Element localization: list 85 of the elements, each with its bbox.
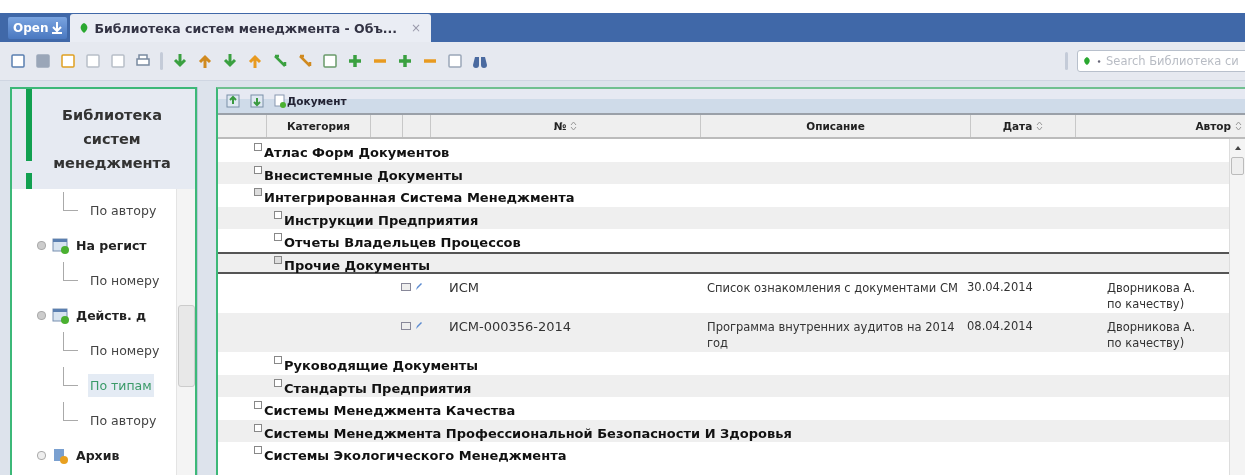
expand-icon[interactable] (274, 233, 282, 241)
link-icon[interactable] (297, 53, 313, 69)
group-row-label[interactable]: Внесистемные Документы (264, 167, 463, 183)
tree-item[interactable]: Действ. д (76, 305, 147, 326)
document-icon (274, 94, 286, 108)
print-icon[interactable] (135, 53, 151, 69)
expand-icon[interactable] (254, 143, 262, 151)
tree-line (63, 262, 78, 281)
scroll-thumb[interactable] (1231, 157, 1244, 175)
pencil-icon[interactable] (415, 282, 423, 291)
plus-icon[interactable] (347, 53, 363, 69)
expand-icon[interactable] (274, 378, 282, 387)
expand-icon[interactable] (254, 423, 262, 432)
tree-item[interactable]: По номеру (88, 269, 162, 292)
collapse-all-icon[interactable] (250, 94, 264, 108)
expand-icon[interactable] (254, 446, 262, 454)
table-cell-text: Программа внутренних аудитов на 2014 год (706, 319, 956, 351)
expand-icon[interactable] (274, 255, 282, 264)
table-cell-text: ИСМ (449, 280, 481, 295)
column-header[interactable]: Дата (971, 115, 1076, 137)
folder-icon (52, 237, 70, 254)
folder-icon (52, 307, 70, 324)
group-row-label[interactable]: Прочие Документы (284, 257, 430, 273)
expand-icon[interactable] (37, 311, 46, 320)
caret-icon (1096, 58, 1101, 64)
tree-line (63, 367, 78, 386)
column-header[interactable]: Категория (266, 115, 371, 137)
scrollbar[interactable] (176, 189, 195, 475)
scroll-thumb[interactable] (178, 305, 195, 387)
plus-icon[interactable] (397, 53, 413, 69)
group-row-label[interactable]: Руководящие Документы (284, 358, 479, 373)
group-row-label[interactable]: Отчеты Владельцев Процессов (284, 235, 521, 250)
card-icon[interactable] (401, 321, 411, 330)
tree-line (63, 402, 78, 421)
table-cell-text: по качеству) (1107, 296, 1186, 312)
arrow-up-icon[interactable] (247, 53, 263, 69)
table-cell-text: Список ознакомления с документами СМ (706, 280, 959, 296)
group-row-label[interactable]: Инструкции Предприятия (284, 212, 479, 228)
new-document-button[interactable]: Документ (274, 94, 347, 108)
download-icon[interactable] (172, 53, 188, 69)
group-row-label[interactable]: Системы Экологического Менеджмента (264, 448, 567, 463)
table-cell-text: ИСМ-000356-2014 (449, 319, 573, 334)
group-row-label[interactable]: Атлас Форм Документов (264, 145, 450, 160)
expand-icon[interactable] (254, 165, 262, 174)
tree-line (63, 332, 78, 351)
column-header[interactable]: № (431, 115, 701, 137)
expand-all-icon[interactable] (226, 94, 240, 108)
column-header[interactable]: Описание (701, 115, 971, 137)
tree-item[interactable]: По номеру (88, 339, 162, 362)
table-cell-text: по качеству) (1107, 335, 1186, 351)
search-field[interactable]: Search Библиотека си (1077, 50, 1245, 72)
sort-icon (1235, 121, 1242, 131)
table-cell: Дворникова А. (1107, 280, 1196, 296)
group-row-label[interactable]: Системы Менеджмента Качества (264, 403, 516, 418)
tree-item[interactable]: Архив (76, 445, 120, 466)
table-cell: Дворникова А. (1107, 319, 1196, 335)
arrow-down-icon[interactable] (222, 53, 238, 69)
document-tab[interactable]: Библиотека систем менеджмента - Объ... × (70, 14, 432, 42)
sort-icon (570, 121, 578, 131)
sort-icon (1036, 121, 1044, 131)
expand-icon[interactable] (37, 241, 46, 250)
expand-icon[interactable] (274, 356, 282, 364)
panel-title: Библиотека систем менеджмента (52, 106, 172, 173)
tree-item[interactable]: По автору (88, 409, 159, 432)
link-icon[interactable] (272, 53, 288, 69)
table-cell-text: 08.04.2014 (967, 319, 1034, 333)
move-top-icon[interactable] (197, 53, 213, 69)
column-header[interactable]: Автор (1076, 115, 1245, 137)
group-row-label[interactable]: Интегрированная Система Менеджмента (264, 190, 575, 205)
tree-line (63, 192, 78, 211)
expand-icon[interactable] (254, 188, 262, 196)
archive-icon (52, 447, 70, 464)
scroll-up-icon[interactable] (1233, 145, 1242, 151)
scrollbar[interactable] (1229, 139, 1245, 475)
pencil-icon[interactable] (415, 321, 423, 330)
tree-item[interactable]: По автору (88, 199, 159, 222)
tree-item[interactable]: На регист (76, 235, 147, 256)
table-cell-text: 30.04.2014 (967, 280, 1034, 294)
card-icon[interactable] (401, 282, 411, 291)
leaf-icon (1082, 55, 1092, 67)
expand-icon[interactable] (254, 401, 262, 409)
expand-icon[interactable] (37, 451, 46, 460)
download-icon (52, 22, 63, 34)
expand-icon[interactable] (274, 210, 282, 219)
group-row-label[interactable]: Стандарты Предприятия (284, 380, 472, 396)
